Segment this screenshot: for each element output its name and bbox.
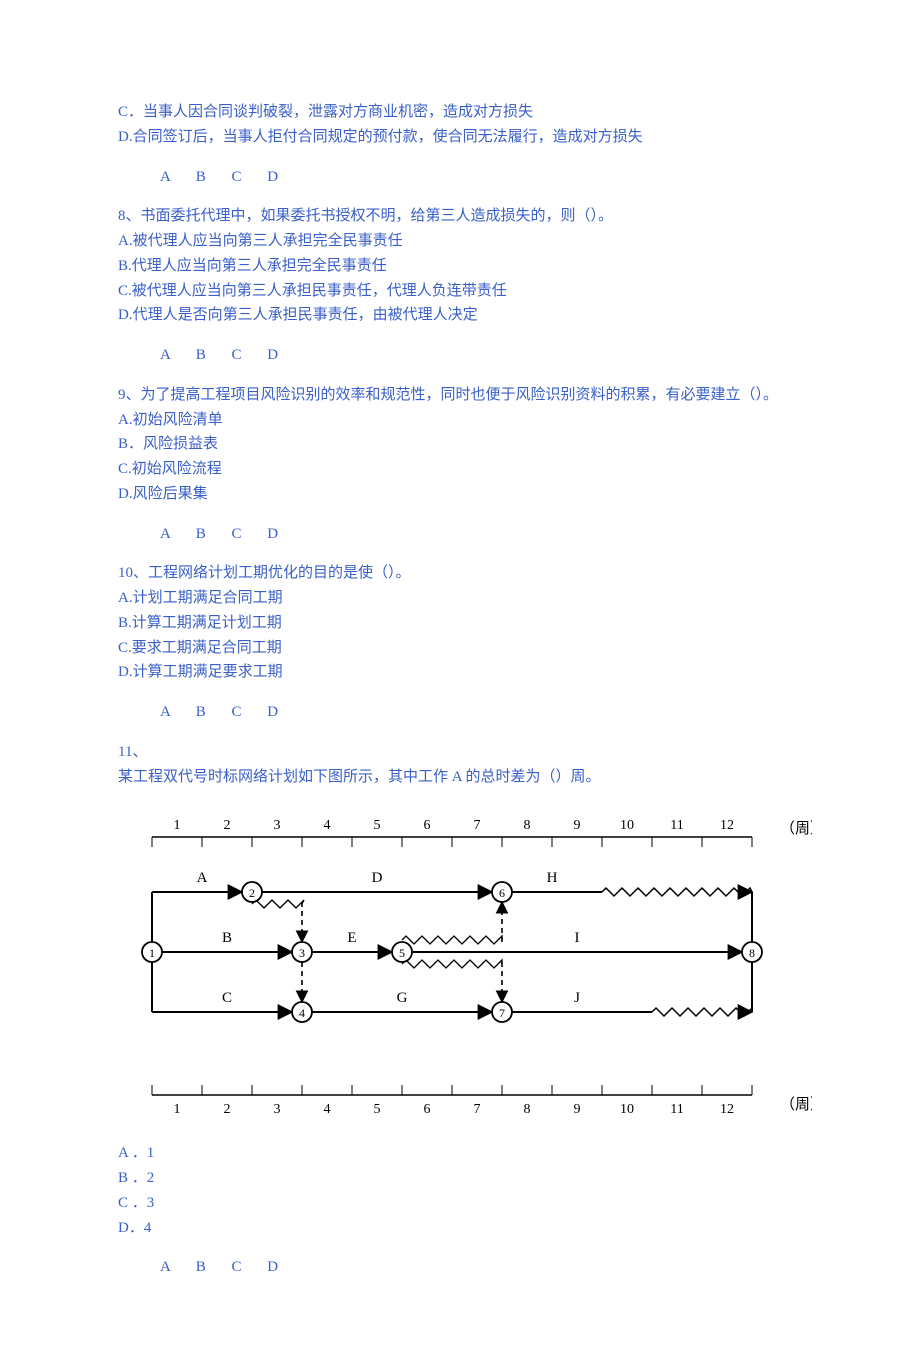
q8-option-c: C.被代理人应当向第三人承担民事责任，代理人负连带责任 (118, 279, 802, 304)
question-9: 9、为了提高工程项目风险识别的效率和规范性，同时也便于风险识别资料的积累，有必要… (118, 383, 802, 547)
q10-option-b: B.计算工期满足计划工期 (118, 611, 802, 636)
svg-text:7: 7 (499, 1006, 505, 1020)
svg-text:（周）: （周） (780, 820, 812, 837)
svg-text:6: 6 (424, 818, 431, 833)
q9-option-b: B．风险损益表 (118, 432, 802, 457)
q11-option-b: B ．2 (118, 1166, 802, 1191)
svg-text:4: 4 (324, 818, 331, 833)
svg-text:H: H (547, 870, 558, 886)
q11-option-d: D．4 (118, 1216, 802, 1241)
svg-text:8: 8 (524, 1102, 531, 1117)
svg-text:12: 12 (720, 1102, 734, 1117)
q10-stem: 10、工程网络计划工期优化的目的是使（）。 (118, 561, 802, 586)
question-11: 11、 某工程双代号时标网络计划如下图所示，其中工作 A 的总时差为（）周。 1… (118, 740, 802, 1280)
q11-option-a: A ．1 (118, 1141, 802, 1166)
svg-text:I: I (575, 930, 580, 946)
svg-text:12: 12 (720, 818, 734, 833)
q9-option-d: D.风险后果集 (118, 482, 802, 507)
svg-text:5: 5 (399, 946, 405, 960)
svg-text:8: 8 (524, 818, 531, 833)
svg-text:11: 11 (670, 818, 683, 833)
svg-text:4: 4 (299, 1006, 305, 1020)
q10-option-c: C.要求工期满足合同工期 (118, 636, 802, 661)
q8-stem: 8、书面委托代理中，如果委托书授权不明，给第三人造成损失的，则（）。 (118, 204, 802, 229)
svg-text:G: G (397, 990, 408, 1006)
svg-text:3: 3 (299, 946, 305, 960)
q7-option-d: D.合同签订后，当事人拒付合同规定的预付款，使合同无法履行，造成对方损失 (118, 125, 802, 150)
q9-option-c: C.初始风险流程 (118, 457, 802, 482)
svg-text:9: 9 (574, 818, 581, 833)
q10-option-a: A.计划工期满足合同工期 (118, 586, 802, 611)
svg-text:5: 5 (374, 818, 381, 833)
q9-answer-choices[interactable]: A B C D (118, 522, 802, 547)
svg-text:（周）: （周） (780, 1096, 812, 1113)
q8-answer-choices[interactable]: A B C D (118, 343, 802, 368)
svg-text:3: 3 (274, 818, 281, 833)
svg-text:1: 1 (174, 818, 181, 833)
svg-text:9: 9 (574, 1102, 581, 1117)
q8-option-a: A.被代理人应当向第三人承担完全民事责任 (118, 229, 802, 254)
svg-text:7: 7 (474, 818, 481, 833)
q11-stem-body: 某工程双代号时标网络计划如下图所示，其中工作 A 的总时差为（）周。 (118, 765, 802, 790)
q8-option-d: D.代理人是否向第三人承担民事责任，由被代理人决定 (118, 303, 802, 328)
svg-text:C: C (222, 990, 232, 1006)
q9-option-a: A.初始风险清单 (118, 408, 802, 433)
q11-stem-num: 11、 (118, 740, 802, 765)
svg-text:D: D (372, 870, 383, 886)
svg-text:5: 5 (374, 1102, 381, 1117)
svg-text:6: 6 (499, 886, 505, 900)
question-10: 10、工程网络计划工期优化的目的是使（）。 A.计划工期满足合同工期 B.计算工… (118, 561, 802, 725)
q9-stem: 9、为了提高工程项目风险识别的效率和规范性，同时也便于风险识别资料的积累，有必要… (118, 383, 802, 408)
svg-text:11: 11 (670, 1102, 683, 1117)
q10-answer-choices[interactable]: A B C D (118, 700, 802, 725)
q7-answer-choices[interactable]: A B C D (118, 165, 802, 190)
svg-text:B: B (222, 930, 232, 946)
exam-page: C．当事人因合同谈判破裂，泄露对方商业机密，造成对方损失 D.合同签订后，当事人… (0, 0, 920, 1355)
svg-text:1: 1 (174, 1102, 181, 1117)
svg-text:2: 2 (224, 1102, 231, 1117)
svg-text:7: 7 (474, 1102, 481, 1117)
question-8: 8、书面委托代理中，如果委托书授权不明，给第三人造成损失的，则（）。 A.被代理… (118, 204, 802, 368)
svg-text:2: 2 (224, 818, 231, 833)
q11-option-c: C ．3 (118, 1191, 802, 1216)
q7-option-c: C．当事人因合同谈判破裂，泄露对方商业机密，造成对方损失 (118, 100, 802, 125)
svg-text:A: A (197, 870, 208, 886)
svg-text:3: 3 (274, 1102, 281, 1117)
svg-text:E: E (347, 930, 356, 946)
q10-option-d: D.计算工期满足要求工期 (118, 660, 802, 685)
svg-text:2: 2 (249, 886, 255, 900)
svg-text:6: 6 (424, 1102, 431, 1117)
q11-answer-choices[interactable]: A B C D (118, 1255, 802, 1280)
svg-text:4: 4 (324, 1102, 331, 1117)
svg-text:8: 8 (749, 946, 755, 960)
svg-text:J: J (574, 990, 580, 1006)
svg-text:10: 10 (620, 818, 634, 833)
svg-text:1: 1 (149, 946, 155, 960)
network-diagram: 123456789101112（周）123456789101112（周）ADHB… (112, 807, 812, 1127)
svg-text:10: 10 (620, 1102, 634, 1117)
q8-option-b: B.代理人应当向第三人承担完全民事责任 (118, 254, 802, 279)
